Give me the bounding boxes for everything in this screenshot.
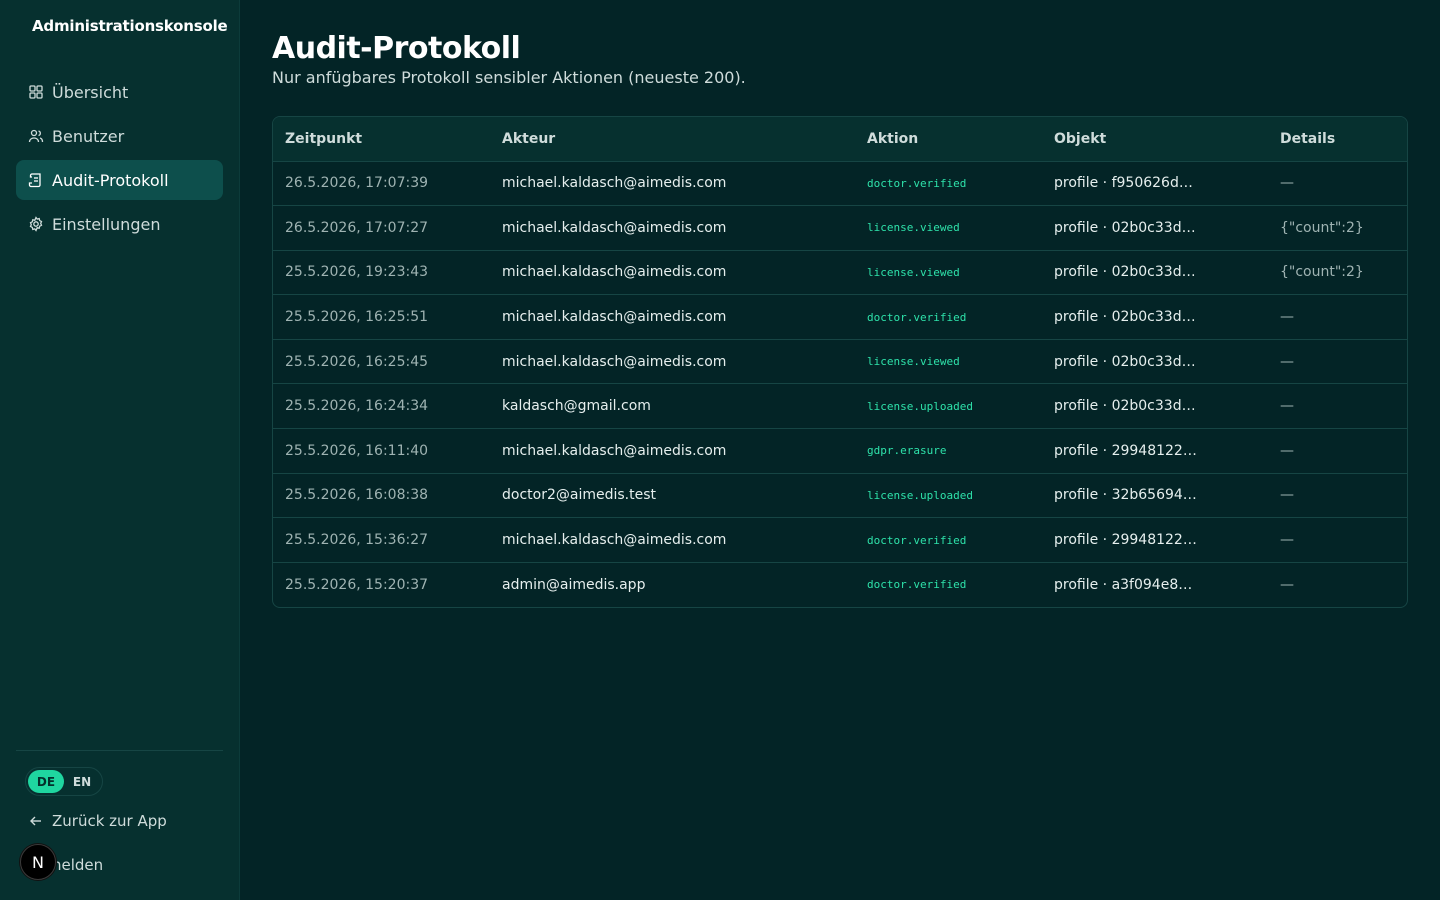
cell-object: profile · f950626d…: [1054, 175, 1193, 192]
cell-details: {"count":2}: [1280, 219, 1364, 236]
cell-details: {"count":2}: [1280, 264, 1364, 281]
back-to-app-label: Zurück zur App: [52, 812, 167, 830]
lang-en-button[interactable]: EN: [64, 770, 100, 793]
column-header-object: Objekt: [1054, 130, 1107, 147]
cell-time: 25.5.2026, 16:25:51: [285, 309, 429, 326]
cell-details: —: [1280, 487, 1294, 504]
cell-object: profile · 29948122…: [1054, 442, 1197, 459]
cell-object: profile · a3f094e8…: [1054, 576, 1193, 593]
column-header-action: Aktion: [867, 130, 919, 147]
sidebar-item-label: Audit-Protokoll: [52, 170, 169, 190]
cell-details: —: [1280, 532, 1294, 549]
cell-action: license.viewed: [867, 355, 960, 369]
cell-action: gdpr.erasure: [867, 444, 947, 458]
cell-time: 26.5.2026, 17:07:27: [285, 219, 429, 236]
log-icon: [28, 172, 44, 188]
column-header-time: Zeitpunkt: [285, 130, 363, 147]
cell-actor: admin@aimedis.app: [502, 576, 646, 593]
table-row: 25.5.2026, 15:36:27 michael.kaldasch@aime…: [273, 517, 1407, 563]
cell-time: 25.5.2026, 16:11:40: [285, 442, 429, 459]
cell-action: license.uploaded: [867, 488, 973, 502]
cell-object: profile · 02b0c33d…: [1054, 219, 1196, 236]
sidebar-item-settings[interactable]: Einstellungen: [16, 204, 223, 244]
cell-action: doctor.verified: [867, 533, 967, 547]
arrow-left-icon: [28, 813, 44, 829]
table-row: 25.5.2026, 16:11:40 michael.kaldasch@aime…: [273, 428, 1407, 474]
cell-object: profile · 02b0c33d…: [1054, 264, 1196, 281]
cell-actor: michael.kaldasch@aimedis.com: [502, 264, 727, 281]
sidebar-item-overview[interactable]: Übersicht: [16, 72, 223, 112]
cell-object: profile · 29948122…: [1054, 532, 1197, 549]
cell-actor: michael.kaldasch@aimedis.com: [502, 219, 727, 236]
cell-object: profile · 32b65694…: [1054, 487, 1197, 504]
grid-icon: [28, 84, 44, 100]
cell-object: profile · 02b0c33d…: [1054, 309, 1196, 326]
users-icon: [28, 128, 44, 144]
cell-time: 25.5.2026, 16:24:34: [285, 398, 429, 415]
lang-de-button[interactable]: DE: [28, 770, 64, 793]
cell-time: 25.5.2026, 19:23:43: [285, 264, 429, 281]
cell-actor: kaldasch@gmail.com: [502, 398, 651, 415]
table-row: 25.5.2026, 16:08:38 doctor2@aimedis.test l…: [273, 473, 1407, 518]
sidebar-item-label: Benutzer: [52, 126, 125, 146]
table-row: 25.5.2026, 19:23:43 michael.kaldasch@aime…: [273, 250, 1407, 295]
cell-time: 26.5.2026, 17:07:39: [285, 175, 429, 192]
cell-object: profile · 02b0c33d…: [1054, 353, 1196, 370]
table-row: 26.5.2026, 17:07:27 michael.kaldasch@aime…: [273, 205, 1407, 251]
table-row: 25.5.2026, 16:24:34 kaldasch@gmail.com lic…: [273, 383, 1407, 429]
table-header-row: Zeitpunkt Akteur Aktion Objekt Details: [273, 117, 1407, 161]
sidebar-item-audit-log[interactable]: Audit-Protokoll: [16, 160, 223, 200]
cell-details: —: [1280, 353, 1294, 370]
cell-action: license.viewed: [867, 221, 960, 235]
cell-action: doctor.verified: [867, 578, 967, 592]
logout-button[interactable]: nelden: [52, 856, 103, 874]
cell-actor: michael.kaldasch@aimedis.com: [502, 532, 727, 549]
cell-action: doctor.verified: [867, 310, 967, 324]
cell-time: 25.5.2026, 16:25:45: [285, 353, 429, 370]
cell-details: —: [1280, 398, 1294, 415]
cell-actor: michael.kaldasch@aimedis.com: [502, 442, 727, 459]
cell-action: doctor.verified: [867, 176, 967, 190]
page-title: Audit-Protokoll: [272, 31, 521, 66]
table-row: 25.5.2026, 15:20:37 admin@aimedis.app doct…: [273, 562, 1407, 607]
language-switch: DE EN: [25, 767, 103, 796]
cell-actor: michael.kaldasch@aimedis.com: [502, 175, 727, 192]
cell-action: license.uploaded: [867, 399, 973, 413]
app-title: Administrationskonsole: [32, 17, 228, 35]
gear-icon: [28, 216, 44, 232]
audit-table-container: Zeitpunkt Akteur Aktion Objekt Details 2…: [272, 116, 1408, 608]
dev-tools-badge[interactable]: N: [20, 844, 56, 880]
cell-time: 25.5.2026, 16:08:38: [285, 487, 429, 504]
cell-details: —: [1280, 175, 1294, 192]
table-row: 25.5.2026, 16:25:51 michael.kaldasch@aime…: [273, 294, 1407, 340]
table-row: 25.5.2026, 16:25:45 michael.kaldasch@aime…: [273, 339, 1407, 384]
cell-actor: michael.kaldasch@aimedis.com: [502, 309, 727, 326]
column-header-actor: Akteur: [502, 130, 556, 147]
cell-time: 25.5.2026, 15:36:27: [285, 532, 429, 549]
cell-actor: doctor2@aimedis.test: [502, 487, 656, 504]
cell-details: —: [1280, 576, 1294, 593]
sidebar-nav: Übersicht Benutzer Audit-Protokoll Einst…: [16, 72, 223, 248]
sidebar-item-label: Übersicht: [52, 82, 129, 102]
cell-details: —: [1280, 442, 1294, 459]
sidebar: Administrationskonsole Übersicht Benutze…: [0, 0, 240, 900]
cell-actor: michael.kaldasch@aimedis.com: [502, 353, 727, 370]
column-header-details: Details: [1280, 130, 1336, 147]
back-to-app-link[interactable]: Zurück zur App: [28, 812, 167, 830]
sidebar-item-label: Einstellungen: [52, 214, 161, 234]
table-row: 26.5.2026, 17:07:39 michael.kaldasch@aime…: [273, 161, 1407, 206]
cell-details: —: [1280, 309, 1294, 326]
sidebar-divider: [16, 750, 223, 751]
sidebar-item-users[interactable]: Benutzer: [16, 116, 223, 156]
cell-action: license.viewed: [867, 265, 960, 279]
cell-object: profile · 02b0c33d…: [1054, 398, 1196, 415]
cell-time: 25.5.2026, 15:20:37: [285, 576, 429, 593]
page-subtitle: Nur anfügbares Protokoll sensibler Aktio…: [272, 68, 746, 87]
audit-table: Zeitpunkt Akteur Aktion Objekt Details 2…: [273, 117, 1407, 607]
